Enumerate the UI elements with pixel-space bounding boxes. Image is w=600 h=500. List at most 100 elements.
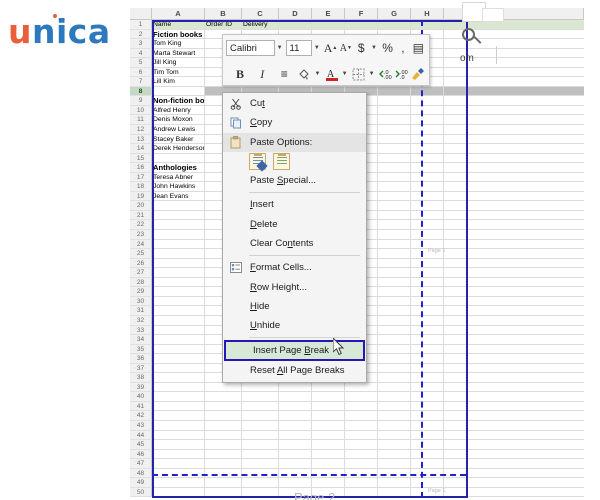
context-menu-item-hide[interactable]: Hide	[223, 297, 366, 316]
row-header-12[interactable]: 12	[130, 125, 152, 135]
context-menu-item-cut[interactable]: Cut	[223, 94, 366, 113]
cell-H1[interactable]	[411, 20, 444, 30]
cell-G42[interactable]	[378, 411, 411, 421]
column-header-g[interactable]: G	[378, 8, 411, 20]
cell-G25[interactable]	[378, 249, 411, 259]
cell-A12[interactable]: Andrew Lewis	[152, 125, 205, 135]
table-row[interactable]	[152, 258, 590, 269]
cell-E50[interactable]	[312, 487, 345, 498]
cell-H24[interactable]	[411, 239, 444, 250]
row-header-25[interactable]: 25	[130, 249, 152, 259]
row-header-2[interactable]: 2	[130, 29, 152, 40]
cell-A37[interactable]	[152, 363, 205, 374]
cell-E41[interactable]	[312, 401, 345, 412]
cell-H49[interactable]	[411, 478, 444, 488]
cell-F48[interactable]	[345, 468, 378, 479]
row-header-7[interactable]: 7	[130, 77, 152, 87]
cell-C46[interactable]	[242, 449, 279, 460]
cell-H33[interactable]	[411, 325, 444, 336]
table-row[interactable]	[152, 382, 590, 393]
cell-F43[interactable]	[345, 420, 378, 431]
cell-G18[interactable]	[378, 182, 411, 192]
cell-E45[interactable]	[312, 440, 345, 450]
cell-G27[interactable]	[378, 268, 411, 278]
table-row[interactable]	[152, 354, 590, 364]
cell-A21[interactable]	[152, 210, 205, 221]
row-header-14[interactable]: 14	[130, 144, 152, 154]
row-header-50[interactable]: 50	[130, 487, 152, 498]
percent-style-icon[interactable]: %	[380, 38, 395, 58]
cell-A36[interactable]	[152, 354, 205, 364]
cell-B49[interactable]	[205, 478, 242, 488]
cell-G29[interactable]	[378, 287, 411, 297]
cell-C49[interactable]	[242, 478, 279, 488]
cell-E49[interactable]	[312, 478, 345, 488]
cell-G20[interactable]	[378, 201, 411, 211]
cell-A27[interactable]	[152, 268, 205, 278]
row-header-47[interactable]: 47	[130, 459, 152, 469]
borders-chevron-down-icon[interactable]: ▼	[369, 71, 375, 77]
cell-G45[interactable]	[378, 440, 411, 450]
row-header-26[interactable]: 26	[130, 258, 152, 269]
cell-G8[interactable]	[378, 86, 411, 97]
cell-B45[interactable]	[205, 440, 242, 450]
italic-icon[interactable]: I	[254, 64, 270, 84]
cell-G37[interactable]	[378, 363, 411, 374]
cell-H50[interactable]	[411, 487, 444, 498]
row-header-19[interactable]: 19	[130, 191, 152, 202]
cell-H48[interactable]	[411, 468, 444, 479]
cell-F47[interactable]	[345, 459, 378, 469]
cell-G44[interactable]	[378, 430, 411, 441]
cell-A1[interactable]: Name	[152, 20, 205, 30]
cell-G9[interactable]	[378, 96, 411, 106]
cell-H10[interactable]	[411, 105, 444, 116]
row-header-41[interactable]: 41	[130, 401, 152, 412]
cell-H32[interactable]	[411, 315, 444, 326]
cell-A25[interactable]	[152, 249, 205, 259]
cell-D45[interactable]	[279, 440, 312, 450]
cell-G11[interactable]	[378, 115, 411, 126]
table-row[interactable]	[152, 440, 590, 450]
table-row[interactable]	[152, 153, 590, 164]
cell-B46[interactable]	[205, 449, 242, 460]
table-row[interactable]	[152, 315, 590, 326]
table-row[interactable]: Name Order ID Delivery	[152, 20, 590, 30]
cell-D1[interactable]	[279, 20, 312, 30]
cell-E42[interactable]	[312, 411, 345, 421]
format-painter-icon[interactable]	[410, 64, 426, 84]
row-header-30[interactable]: 30	[130, 296, 152, 307]
font-size-box[interactable]: 11	[285, 40, 312, 56]
table-row[interactable]	[152, 344, 590, 355]
cell-A45[interactable]	[152, 440, 205, 450]
column-header-d[interactable]: D	[279, 8, 312, 20]
column-header-a[interactable]: A	[152, 8, 205, 20]
cell-A50[interactable]	[152, 487, 205, 498]
cell-E48[interactable]	[312, 468, 345, 479]
cell-G40[interactable]	[378, 392, 411, 402]
bold-icon[interactable]: B	[232, 64, 248, 84]
cell-E40[interactable]	[312, 392, 345, 402]
row-header-15[interactable]: 15	[130, 153, 152, 164]
row-header-21[interactable]: 21	[130, 210, 152, 221]
row-header-22[interactable]: 22	[130, 220, 152, 231]
cell-E43[interactable]	[312, 420, 345, 431]
cell-H40[interactable]	[411, 392, 444, 402]
cell-F1[interactable]	[345, 20, 378, 30]
table-row[interactable]: Denis Moxon55	[152, 115, 590, 126]
cell-A48[interactable]	[152, 468, 205, 479]
select-all-corner[interactable]	[130, 8, 152, 20]
row-header-23[interactable]: 23	[130, 230, 152, 240]
cell-G12[interactable]	[378, 125, 411, 135]
cell-H17[interactable]	[411, 172, 444, 183]
cell-H13[interactable]	[411, 134, 444, 145]
cell-C43[interactable]	[242, 420, 279, 431]
cell-D41[interactable]	[279, 401, 312, 412]
merge-cells-icon[interactable]: ▤	[411, 38, 426, 58]
accounting-number-format-icon[interactable]: $	[354, 38, 369, 58]
cell-G36[interactable]	[378, 354, 411, 364]
cell-G19[interactable]	[378, 191, 411, 202]
cell-G10[interactable]	[378, 105, 411, 116]
row-header-16[interactable]: 16	[130, 163, 152, 173]
cell-A15[interactable]	[152, 153, 205, 164]
cell-G38[interactable]	[378, 373, 411, 383]
